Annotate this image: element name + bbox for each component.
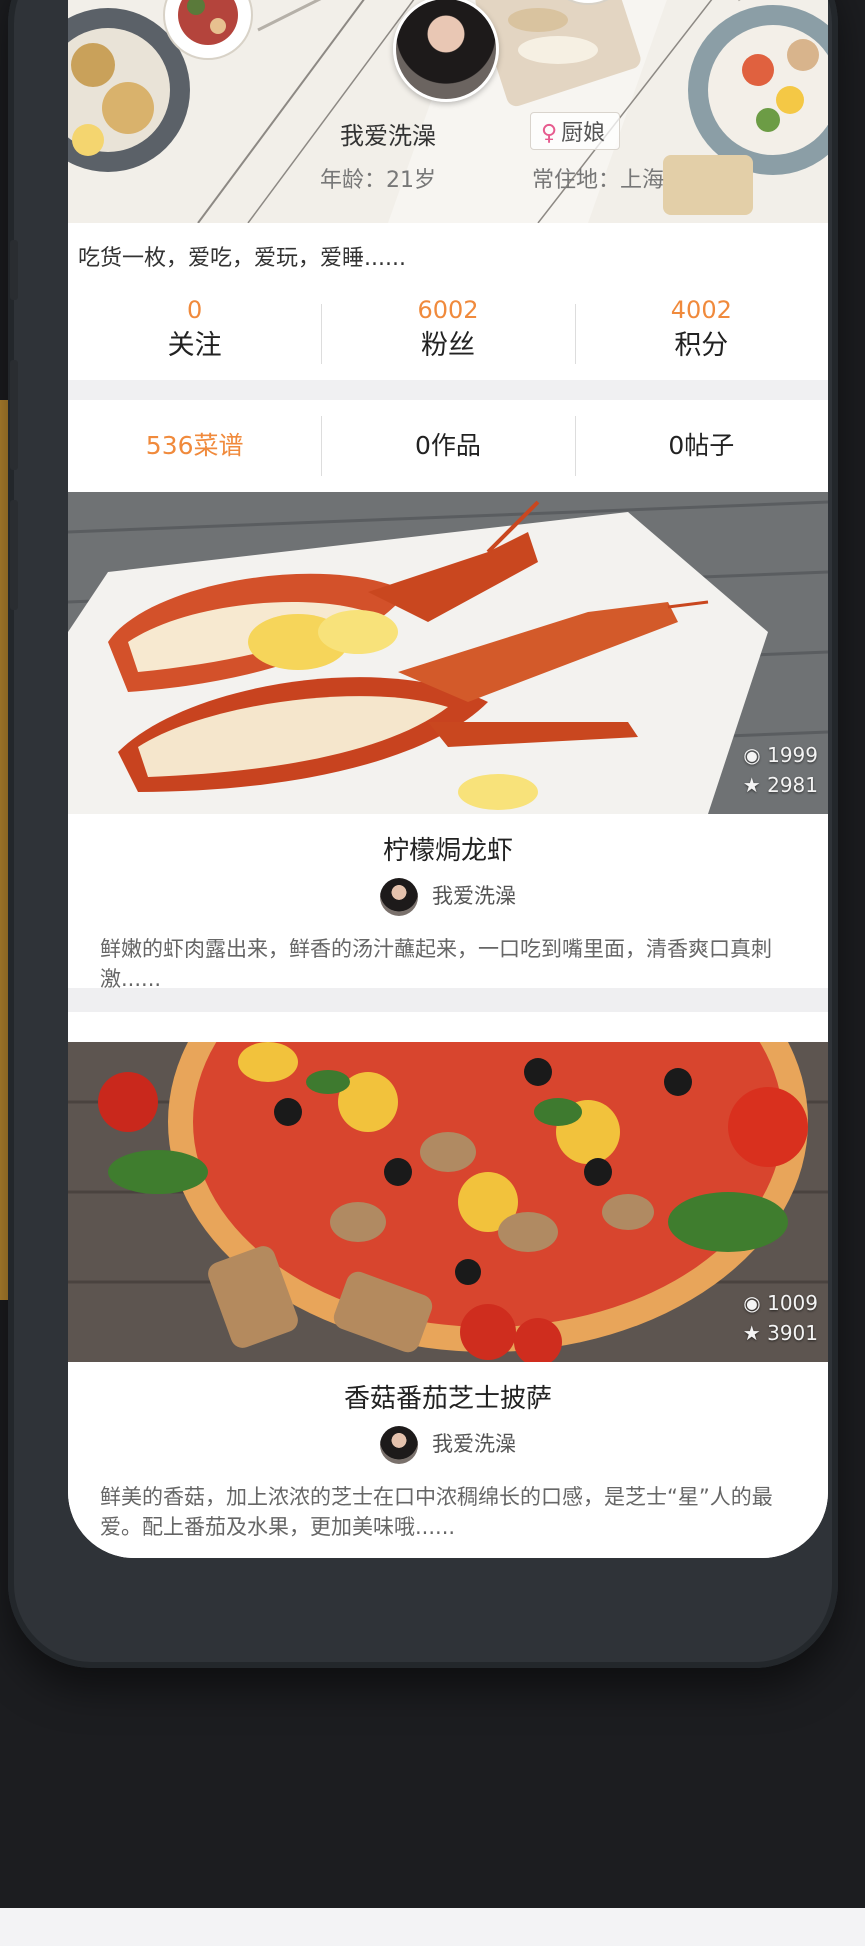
stat-followers[interactable]: 6002 粉丝 — [321, 290, 574, 376]
author-avatar — [380, 878, 418, 916]
section-divider — [68, 380, 828, 400]
recipe-author[interactable]: 我爱洗澡 — [68, 1426, 828, 1464]
recipe-stats: ◉ 1009 ★ 3901 — [743, 1288, 818, 1348]
stat-label: 关注 — [167, 330, 222, 361]
tab-works[interactable]: 0作品 — [321, 400, 574, 492]
stat-following[interactable]: 0 关注 — [68, 290, 321, 376]
stat-value: 0 — [187, 296, 203, 324]
tab-recipes[interactable]: 536菜谱 — [68, 400, 321, 492]
favorites-row: ★ 3901 — [743, 1318, 818, 1348]
views-count: 1999 — [767, 743, 818, 767]
author-name: 我爱洗澡 — [432, 884, 516, 908]
recipe-stats: ◉ 1999 ★ 2981 — [743, 740, 818, 800]
eye-icon: ◉ — [743, 1291, 768, 1315]
content-tabs: 536菜谱 0作品 0帖子 — [68, 400, 828, 492]
female-icon: ♀ — [541, 121, 558, 146]
author-avatar — [380, 1426, 418, 1464]
left-accent-bar — [0, 400, 8, 1300]
stat-label: 积分 — [674, 330, 729, 361]
phone-volume-up-button — [10, 360, 18, 470]
phone-side-button — [10, 240, 18, 300]
profile-bio: 吃货一枚，爱吃，爱玩，爱睡...... — [78, 246, 406, 271]
views-count: 1009 — [767, 1291, 818, 1315]
bottom-strip — [0, 1908, 865, 1946]
recipe-author[interactable]: 我爱洗澡 — [68, 878, 828, 916]
views-row: ◉ 1999 — [743, 740, 818, 770]
recipe-image-lobster[interactable]: ◉ 1999 ★ 2981 — [68, 492, 828, 814]
favorites-count: 2981 — [767, 773, 818, 797]
pizza-illustration — [68, 1042, 828, 1362]
profile-username: 我爱洗澡 — [340, 122, 436, 150]
stat-value: 6002 — [417, 296, 479, 324]
views-row: ◉ 1009 — [743, 1288, 818, 1318]
phone-frame: 我爱洗澡 ♀ 厨娘 年龄：21岁 常住地：上海 吃货一枚，爱吃，爱玩，爱睡....… — [8, 0, 838, 1668]
profile-stats: 0 关注 6002 粉丝 4002 积分 — [68, 290, 828, 376]
author-name: 我爱洗澡 — [432, 1432, 516, 1456]
stat-points[interactable]: 4002 积分 — [574, 290, 828, 376]
recipe-title[interactable]: 柠檬焗龙虾 — [68, 830, 828, 867]
recipe-card[interactable]: ◉ 1009 ★ 3901 香菇番茄芝士披萨 我爱洗澡 鲜美的香菇，加上浓浓的芝… — [68, 1042, 828, 1558]
phone-volume-down-button — [10, 500, 18, 610]
star-icon: ★ — [742, 1321, 768, 1345]
recipe-description: 鲜嫩的虾肉露出来，鲜香的汤汁蘸起来，一口吃到嘴里面，清香爽口真刺激...... — [100, 937, 772, 991]
card-divider — [68, 988, 828, 1012]
stat-value: 4002 — [670, 296, 732, 324]
favorites-count: 3901 — [767, 1321, 818, 1345]
role-badge-label: 厨娘 — [561, 121, 606, 146]
recipe-card[interactable]: ◉ 1999 ★ 2981 柠檬焗龙虾 我爱洗澡 鲜嫩的虾肉露出来，鲜香的汤汁蘸… — [68, 492, 828, 991]
phone-screen: 我爱洗澡 ♀ 厨娘 年龄：21岁 常住地：上海 吃货一枚，爱吃，爱玩，爱睡....… — [68, 0, 828, 1558]
lobster-illustration — [68, 492, 828, 814]
role-badge: ♀ 厨娘 — [530, 112, 621, 150]
profile-residence: 常住地：上海 — [531, 168, 664, 193]
profile-header: 我爱洗澡 ♀ 厨娘 年龄：21岁 常住地：上海 — [68, 0, 828, 223]
profile-avatar[interactable] — [393, 0, 499, 102]
recipe-description: 鲜美的香菇，加上浓浓的芝士在口中浓稠绵长的口感，是芝士“星”人的最爱。配上番茄及… — [100, 1485, 773, 1539]
eye-icon: ◉ — [743, 743, 768, 767]
favorites-row: ★ 2981 — [743, 770, 818, 800]
tab-posts[interactable]: 0帖子 — [574, 400, 828, 492]
recipe-image-pizza[interactable]: ◉ 1009 ★ 3901 — [68, 1042, 828, 1362]
profile-age: 年龄：21岁 — [320, 168, 436, 193]
recipe-title[interactable]: 香菇番茄芝士披萨 — [68, 1378, 828, 1415]
stat-label: 粉丝 — [420, 330, 475, 361]
star-icon: ★ — [742, 773, 768, 797]
